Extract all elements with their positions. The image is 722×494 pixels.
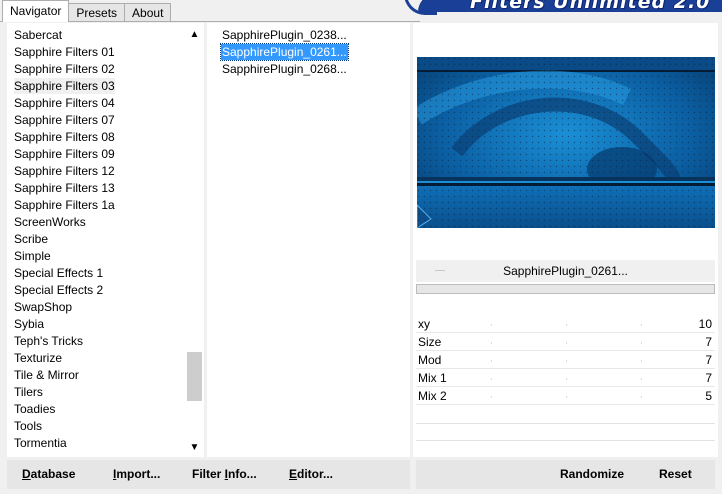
name-row-tick	[435, 270, 445, 271]
param-row-empty	[416, 440, 715, 441]
category-item[interactable]: Sapphire Filters 13	[14, 180, 115, 196]
category-item[interactable]: Sapphire Filters 07	[14, 112, 115, 128]
scroll-thumb[interactable]	[187, 352, 202, 401]
category-item[interactable]: Sapphire Filters 03	[14, 78, 115, 94]
category-item[interactable]: SwapShop	[14, 299, 72, 315]
category-item[interactable]: Tile & Mirror	[14, 367, 79, 383]
category-item[interactable]: Special Effects 2	[14, 282, 103, 298]
param-slider-tick	[491, 342, 492, 344]
category-item[interactable]: Sapphire Filters 1a	[14, 197, 115, 213]
category-item[interactable]: Scribe	[14, 231, 48, 247]
param-slider-tick	[566, 324, 567, 326]
category-item[interactable]: Tilers	[14, 384, 43, 400]
param-slider-tick	[641, 396, 642, 398]
param-value: 5	[705, 389, 712, 403]
brand-title: Filters Unlimited 2.0	[470, 0, 711, 13]
param-label: xy	[418, 317, 430, 331]
preview-image	[417, 57, 715, 228]
filter-item[interactable]: SapphirePlugin_0268...	[221, 61, 348, 77]
category-item[interactable]: Tormentia	[14, 435, 67, 451]
category-item[interactable]: Sapphire Filters 08	[14, 129, 115, 145]
editor-button[interactable]: Editor...	[289, 460, 333, 489]
reset-button[interactable]: Reset	[659, 460, 692, 489]
param-slider-tick	[566, 342, 567, 344]
tab-presets[interactable]: Presets	[68, 3, 126, 22]
param-value: 7	[705, 353, 712, 367]
category-item[interactable]: Tools	[14, 418, 42, 434]
param-value: 10	[698, 317, 712, 331]
filter-item[interactable]: SapphirePlugin_0261...	[220, 43, 349, 61]
filter-name-display: SapphirePlugin_0261...	[416, 260, 715, 282]
filter-item[interactable]: SapphirePlugin_0238...	[221, 27, 348, 43]
param-row[interactable]: Mix 2 5	[416, 388, 715, 405]
scroll-down-icon[interactable]: ▼	[186, 439, 203, 456]
category-scrollbar[interactable]: ▲ ▼	[186, 23, 203, 457]
progress-bar	[416, 284, 715, 294]
param-row[interactable]: xy 10	[416, 316, 715, 333]
filter-info-button[interactable]: Filter Info...	[192, 460, 257, 489]
scroll-up-icon[interactable]: ▲	[186, 26, 203, 43]
param-row[interactable]: Mod 7	[416, 352, 715, 369]
randomize-button[interactable]: Randomize	[560, 460, 624, 489]
param-row[interactable]: Size 7	[416, 334, 715, 351]
param-slider-tick	[641, 324, 642, 326]
category-item[interactable]: Sapphire Filters 01	[14, 44, 115, 60]
category-item[interactable]: Texturize	[14, 350, 62, 366]
category-item[interactable]: Toadies	[14, 401, 55, 417]
import-button[interactable]: Import...	[113, 460, 160, 489]
param-row-empty	[416, 423, 715, 424]
tab-about[interactable]: About	[124, 3, 172, 22]
param-label: Mix 2	[418, 389, 447, 403]
param-slider-tick	[491, 324, 492, 326]
param-value: 7	[705, 335, 712, 349]
tab-strip: Navigator Presets About	[2, 0, 172, 22]
param-row[interactable]: Mix 1 7	[416, 370, 715, 387]
param-slider-tick	[491, 396, 492, 398]
param-slider-tick	[491, 378, 492, 380]
category-item[interactable]: Sapphire Filters 12	[14, 163, 115, 179]
category-item[interactable]: ScreenWorks	[14, 214, 86, 230]
param-label: Mix 1	[418, 371, 447, 385]
preview-graphic	[417, 57, 715, 228]
param-slider-tick	[491, 360, 492, 362]
category-item[interactable]: Simple	[14, 248, 51, 264]
database-button[interactable]: Database	[22, 460, 75, 489]
param-slider-tick	[566, 360, 567, 362]
category-list[interactable]: Sabercat Sapphire Filters 01 Sapphire Filt…	[7, 23, 204, 457]
category-item[interactable]: Special Effects 1	[14, 265, 103, 281]
category-item[interactable]: Sabercat	[14, 27, 62, 43]
category-item[interactable]: Sybia	[14, 316, 44, 332]
param-slider-tick	[641, 378, 642, 380]
param-slider-tick	[641, 360, 642, 362]
param-slider-tick	[566, 378, 567, 380]
category-item[interactable]: Sapphire Filters 04	[14, 95, 115, 111]
param-slider-tick	[566, 396, 567, 398]
param-label: Size	[418, 335, 442, 349]
category-item[interactable]: Teph's Tricks	[14, 333, 83, 349]
filter-list[interactable]: SapphirePlugin_0238... SapphirePlugin_026…	[207, 23, 410, 457]
param-slider-tick	[641, 342, 642, 344]
param-value: 7	[705, 371, 712, 385]
category-item[interactable]: Sapphire Filters 09	[14, 146, 115, 162]
tab-navigator[interactable]: Navigator	[2, 0, 70, 22]
category-item[interactable]: Sapphire Filters 02	[14, 61, 115, 77]
param-label: Mod	[418, 353, 442, 367]
